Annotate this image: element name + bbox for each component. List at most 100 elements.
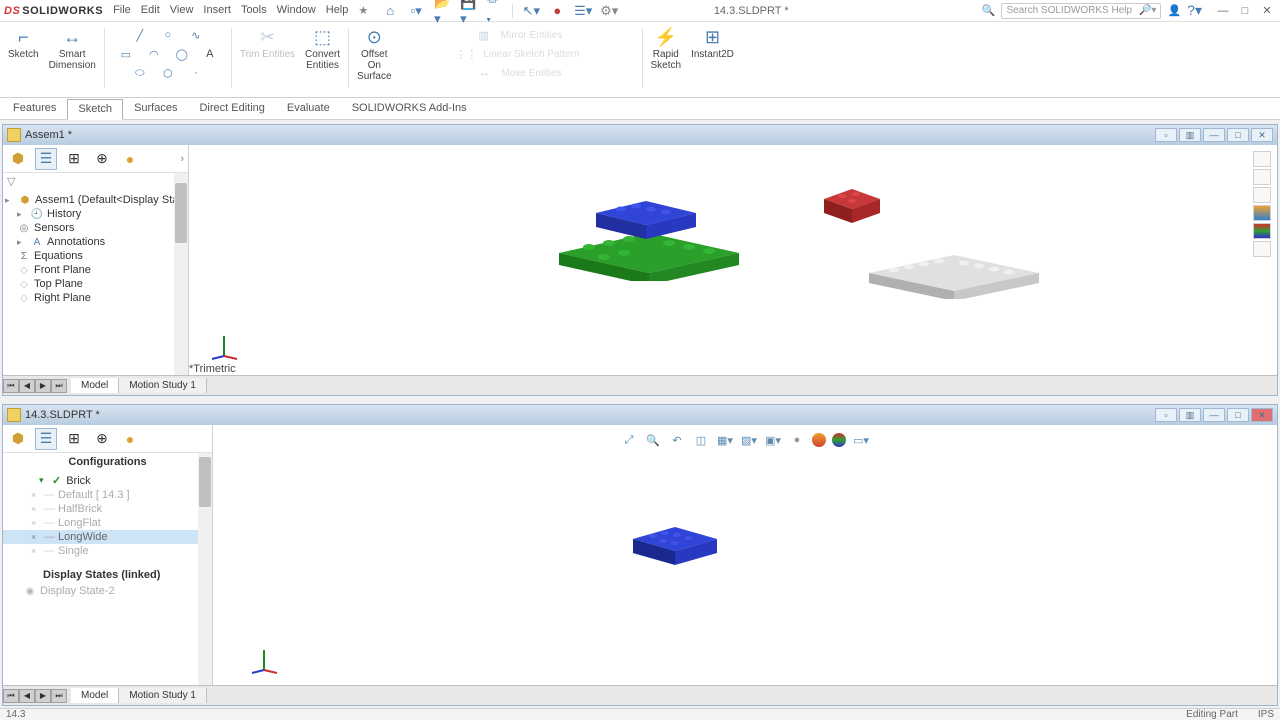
save-icon[interactable]: 💾▾	[460, 3, 476, 19]
view-triad[interactable]	[209, 331, 239, 361]
tab-model[interactable]: Model	[71, 688, 119, 703]
tab-model[interactable]: Model	[71, 378, 119, 393]
mirror-icon[interactable]: ▥	[473, 26, 495, 44]
config-item-halfbrick[interactable]: ×— HalfBrick	[3, 502, 212, 516]
filter-icon[interactable]: ▽	[7, 176, 15, 188]
open-icon[interactable]: 📂▾	[434, 3, 450, 19]
window-close-button[interactable]: ✕	[1251, 128, 1273, 142]
tree-item-sensors[interactable]: ◎Sensors	[3, 221, 188, 235]
ellipse-icon[interactable]: ◯	[171, 45, 193, 63]
help-icon[interactable]: ?▾	[1187, 2, 1202, 19]
search-input[interactable]: Search SOLIDWORKS Help🔎▾	[1001, 3, 1161, 19]
tab-surfaces[interactable]: Surfaces	[123, 98, 188, 119]
tree-item-top-plane[interactable]: ◇Top Plane	[3, 277, 188, 291]
hide-show-icon[interactable]: ▣▾	[764, 431, 782, 449]
zoom-area-icon[interactable]: 🔍	[644, 431, 662, 449]
viewport-split-button[interactable]: ▥	[1179, 408, 1201, 422]
view-orient-icon[interactable]: ▦▾	[716, 431, 734, 449]
tab-nav-last[interactable]: ⏭	[51, 689, 67, 703]
menu-file[interactable]: File	[113, 4, 131, 17]
circle-icon[interactable]: ○	[157, 26, 179, 44]
rectangle-icon[interactable]: ▭	[115, 45, 137, 63]
tab-nav-first[interactable]: ⏮	[3, 379, 19, 393]
sketch-tool[interactable]: ⌐ Sketch	[4, 24, 43, 62]
rapid-sketch-tool[interactable]: ⚡ Rapid Sketch	[647, 24, 686, 73]
window-min-button[interactable]: —	[1203, 128, 1225, 142]
tree-tab-property-icon[interactable]: ☰	[35, 148, 57, 170]
print-icon[interactable]: 🖶▾	[486, 3, 502, 19]
tab-nav-prev[interactable]: ◀	[19, 689, 35, 703]
maximize-button[interactable]: □	[1236, 4, 1254, 18]
rebuild-icon[interactable]: ●	[549, 3, 565, 19]
viewport-single-button[interactable]: ▫	[1155, 408, 1177, 422]
tree-item-front-plane[interactable]: ◇Front Plane	[3, 263, 188, 277]
tree-tab-feature-icon[interactable]: ⬢	[7, 148, 29, 170]
menu-help[interactable]: Help	[326, 4, 349, 17]
tab-nav-last[interactable]: ⏭	[51, 379, 67, 393]
text-icon[interactable]: A	[199, 45, 221, 63]
view-triad[interactable]	[249, 645, 279, 675]
display-style-icon[interactable]: ▧▾	[740, 431, 758, 449]
menu-edit[interactable]: Edit	[141, 4, 160, 17]
hud-icon[interactable]	[1253, 241, 1271, 257]
new-icon[interactable]: ▫▾	[408, 3, 424, 19]
menu-tools[interactable]: Tools	[241, 4, 267, 17]
home-icon[interactable]: ⌂	[382, 3, 398, 19]
hud-icon[interactable]	[1253, 169, 1271, 185]
arc-icon[interactable]: ◠	[143, 45, 165, 63]
offset-surface-tool[interactable]: ⊙ Offset On Surface	[353, 24, 395, 84]
tab-direct-editing[interactable]: Direct Editing	[188, 98, 275, 119]
zoom-fit-icon[interactable]: ⤢	[620, 431, 638, 449]
line-icon[interactable]: ╱	[129, 26, 151, 44]
menu-insert[interactable]: Insert	[203, 4, 231, 17]
render-icon[interactable]: ▭▾	[852, 431, 870, 449]
smart-dimension-tool[interactable]: ↔ Smart Dimension	[45, 24, 100, 73]
tree-root-item[interactable]: ▸⬢Assem1 (Default<Display Stat	[3, 193, 188, 207]
tab-nav-first[interactable]: ⏮	[3, 689, 19, 703]
tree-item-right-plane[interactable]: ◇Right Plane	[3, 291, 188, 305]
apply-scene-icon[interactable]	[812, 433, 826, 447]
menu-window[interactable]: Window	[277, 4, 316, 17]
spline-icon[interactable]: ∿	[185, 26, 207, 44]
menu-pin-icon[interactable]: ★	[358, 4, 368, 17]
window-max-button[interactable]: □	[1227, 408, 1249, 422]
tree-tab-property-icon[interactable]: ☰	[35, 428, 57, 450]
tree-item-equations[interactable]: ΣEquations	[3, 249, 188, 263]
polygon-icon[interactable]: ⬡	[157, 64, 179, 82]
hud-icon[interactable]	[1253, 205, 1271, 221]
tree-expand-icon[interactable]: ›	[180, 153, 184, 165]
hud-icon[interactable]	[1253, 223, 1271, 239]
status-units[interactable]: IPS	[1258, 709, 1274, 720]
assembly-graphics-area[interactable]: *Trimetric	[189, 145, 1277, 375]
slot-icon[interactable]: ⬭	[129, 64, 151, 82]
tab-nav-next[interactable]: ▶	[35, 379, 51, 393]
tree-tab-display-icon[interactable]: ⊕	[91, 428, 113, 450]
window-close-button[interactable]: ✕	[1251, 408, 1273, 422]
tree-tab-config-icon[interactable]: ⊞	[63, 428, 85, 450]
viewport-single-button[interactable]: ▫	[1155, 128, 1177, 142]
tab-nav-prev[interactable]: ◀	[19, 379, 35, 393]
move-icon[interactable]: ↔	[474, 64, 496, 82]
tab-evaluate[interactable]: Evaluate	[276, 98, 341, 119]
tab-motion-study[interactable]: Motion Study 1	[119, 378, 207, 393]
part-graphics-area[interactable]: ⤢ 🔍 ↶ ◫ ▦▾ ▧▾ ▣▾ ● ▭▾	[213, 425, 1277, 685]
pattern-icon[interactable]: ⋮⋮	[455, 45, 477, 63]
section-view-icon[interactable]: ◫	[692, 431, 710, 449]
point-icon[interactable]: ·	[185, 64, 207, 82]
hud-icon[interactable]	[1253, 151, 1271, 167]
instant2d-tool[interactable]: ⊞ Instant2D	[687, 24, 738, 62]
tree-tab-config-icon[interactable]: ⊞	[63, 148, 85, 170]
options-icon[interactable]: ☰▾	[575, 3, 591, 19]
display-state-item[interactable]: ◉Display State-2	[3, 584, 212, 598]
select-icon[interactable]: ↖▾	[523, 3, 539, 19]
minimize-button[interactable]: —	[1214, 4, 1232, 18]
window-assembly-titlebar[interactable]: Assem1 * ▫ ▥ — □ ✕	[3, 125, 1277, 145]
viewport-split-button[interactable]: ▥	[1179, 128, 1201, 142]
config-item-longflat[interactable]: ×— LongFlat	[3, 516, 212, 530]
tree-tab-feature-icon[interactable]: ⬢	[7, 428, 29, 450]
tree-item-history[interactable]: ▸🕘History	[3, 207, 188, 221]
window-max-button[interactable]: □	[1227, 128, 1249, 142]
edit-appearance-icon[interactable]: ●	[788, 431, 806, 449]
trim-tool[interactable]: ✂ Trim Entities	[236, 24, 299, 62]
tree-tab-appearance-icon[interactable]: ●	[119, 148, 141, 170]
